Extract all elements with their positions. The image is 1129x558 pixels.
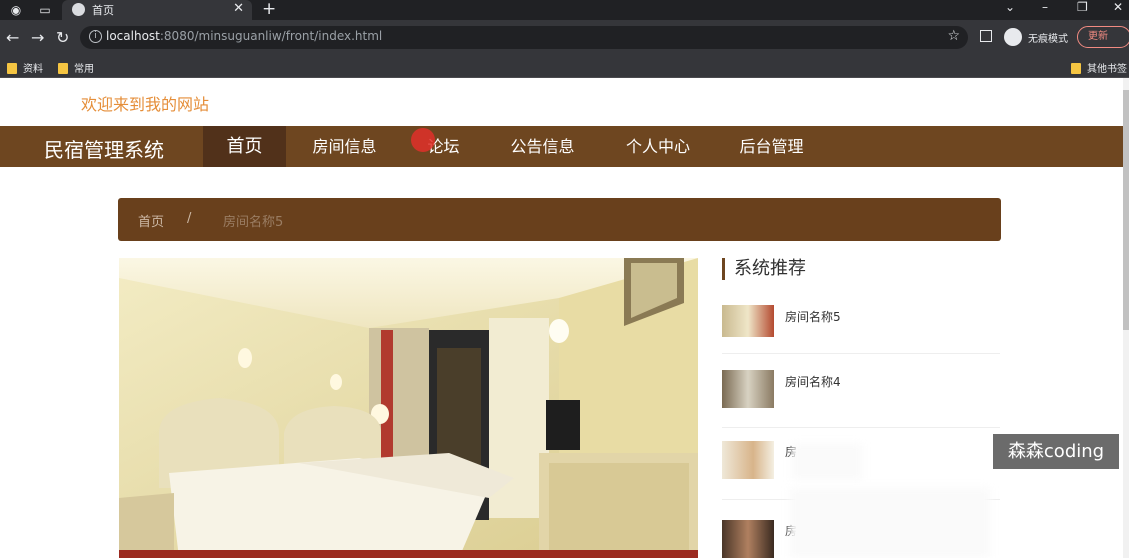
breadcrumb-home[interactable]: 首页 bbox=[138, 211, 164, 230]
chevron-down-icon[interactable]: ⌄ bbox=[1005, 0, 1015, 14]
side-panel-icon[interactable] bbox=[980, 30, 992, 42]
tab-title: 首页 bbox=[92, 4, 114, 17]
menu-item-home[interactable]: 首页 bbox=[203, 126, 287, 167]
info-icon[interactable]: i bbox=[89, 30, 102, 43]
tab-search-icon[interactable]: ▭ bbox=[38, 3, 52, 17]
site-brand[interactable]: 民宿管理系统 bbox=[44, 134, 164, 163]
list-item[interactable]: 房间名称4 bbox=[722, 368, 1000, 428]
menu-item-rooms[interactable]: 房间信息 bbox=[287, 126, 403, 167]
main-menu: 首页 房间信息 论坛 公告信息 个人中心 后台管理 bbox=[203, 126, 828, 167]
browser-logo-icon[interactable]: ◉ bbox=[9, 3, 23, 17]
forward-icon[interactable]: → bbox=[31, 28, 44, 47]
restore-icon[interactable]: ❐ bbox=[1077, 0, 1088, 14]
bookmark-star-icon[interactable]: ☆ bbox=[947, 28, 960, 44]
breadcrumb-current: 房间名称5 bbox=[223, 215, 284, 230]
menu-item-profile[interactable]: 个人中心 bbox=[601, 126, 716, 167]
room-name[interactable]: 房间名称4 bbox=[785, 373, 841, 390]
room-photo-illustration bbox=[119, 258, 698, 558]
menu-item-notices[interactable]: 公告信息 bbox=[485, 126, 601, 167]
blur-overlay bbox=[790, 488, 990, 558]
incognito-icon[interactable] bbox=[1004, 28, 1022, 46]
bookmarks-bar: 资料 常用 其他书签 bbox=[0, 56, 1129, 78]
incognito-label[interactable]: 无痕模式 bbox=[1028, 30, 1068, 45]
back-icon[interactable]: ← bbox=[6, 28, 19, 47]
room-thumbnail[interactable] bbox=[722, 520, 774, 558]
bookmark-folder-changyong[interactable]: 常用 bbox=[58, 60, 94, 75]
list-item[interactable]: 房间名称5 bbox=[722, 298, 1000, 354]
browser-toolbar: ← → ↻ i localhost:8080/minsuguanliw/fron… bbox=[0, 20, 1129, 56]
address-bar[interactable]: i localhost:8080/minsuguanliw/front/inde… bbox=[80, 26, 968, 49]
room-image[interactable] bbox=[119, 258, 698, 558]
url-text[interactable]: localhost:8080/minsuguanliw/front/index.… bbox=[106, 29, 382, 43]
page-content: 欢迎来到我的网站 民宿管理系统 首页 房间信息 论坛 公告信息 个人中心 后台管… bbox=[0, 78, 1129, 558]
folder-icon bbox=[1071, 63, 1081, 74]
window-close-icon[interactable]: ✕ bbox=[1113, 0, 1123, 14]
click-highlight-dot bbox=[411, 128, 435, 152]
minimize-icon[interactable]: – bbox=[1042, 0, 1048, 14]
scrollbar-thumb[interactable] bbox=[1123, 90, 1129, 330]
close-icon[interactable]: ✕ bbox=[233, 1, 244, 16]
room-thumbnail[interactable] bbox=[722, 305, 774, 337]
blur-overlay bbox=[792, 444, 862, 480]
sidebar-title: 系统推荐 bbox=[722, 258, 806, 280]
main-navbar: 民宿管理系统 首页 房间信息 论坛 公告信息 个人中心 后台管理 bbox=[0, 126, 1123, 167]
reload-icon[interactable]: ↻ bbox=[56, 28, 69, 47]
breadcrumb: 首页 / 房间名称5 bbox=[118, 198, 1001, 241]
browser-tab-bar: ◉ ▭ 首页 ✕ + ⌄ – ❐ ✕ bbox=[0, 0, 1129, 20]
room-thumbnail[interactable] bbox=[722, 370, 774, 408]
folder-icon bbox=[58, 63, 68, 74]
scrollbar[interactable] bbox=[1123, 78, 1129, 558]
folder-icon bbox=[7, 63, 17, 74]
watermark: 森森coding bbox=[993, 434, 1119, 469]
menu-item-admin[interactable]: 后台管理 bbox=[716, 126, 828, 167]
other-bookmarks[interactable]: 其他书签 bbox=[1071, 60, 1127, 75]
new-tab-icon[interactable]: + bbox=[262, 0, 276, 19]
bookmark-folder-ziliao[interactable]: 资料 bbox=[7, 60, 43, 75]
update-button[interactable]: 更新 bbox=[1077, 26, 1129, 48]
room-name[interactable]: 房间名称5 bbox=[785, 308, 841, 325]
welcome-text: 欢迎来到我的网站 bbox=[81, 95, 210, 114]
browser-tab[interactable]: 首页 ✕ bbox=[62, 0, 252, 20]
globe-icon bbox=[72, 3, 85, 16]
breadcrumb-separator: / bbox=[187, 211, 192, 226]
room-thumbnail[interactable] bbox=[722, 441, 774, 479]
